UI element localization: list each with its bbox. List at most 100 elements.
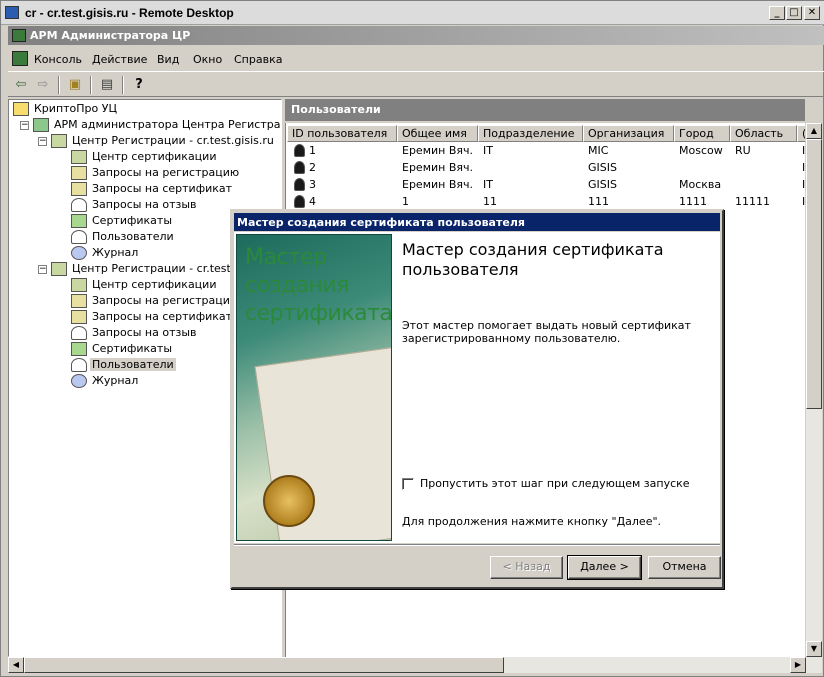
up-folder-icon[interactable]: ▣ (66, 76, 84, 93)
request-icon (71, 294, 87, 308)
scroll-left-icon[interactable]: ◀ (8, 657, 24, 673)
collapse-icon[interactable]: − (20, 121, 29, 130)
horizontal-scrollbar[interactable]: ◀ ▶ (8, 657, 822, 673)
tree-node-journal[interactable]: Журнал (71, 245, 140, 261)
scroll-right-icon[interactable]: ▶ (790, 657, 806, 673)
scroll-thumb[interactable] (24, 657, 504, 673)
tree-node-reg-requests[interactable]: Запросы на регистрацию (71, 293, 241, 309)
back-arrow-icon[interactable]: ⇦ (12, 76, 30, 93)
vertical-scrollbar[interactable]: ▲ ▼ (806, 123, 822, 657)
toolbar: ⇦ ⇨ ▣ ▤ ? (8, 71, 824, 97)
column-header-organization[interactable]: Организация (583, 125, 674, 142)
wizard-description: Этот мастер помогает выдать новый сертиф… (402, 319, 691, 345)
wizard-body: Мастер создания сертификата Мастер созда… (234, 232, 720, 543)
export-list-icon[interactable]: ▤ (98, 76, 116, 93)
mmc-title-text: АРМ Администратора ЦР (30, 29, 191, 42)
collapse-icon[interactable]: − (38, 265, 47, 274)
revoke-icon (71, 198, 87, 212)
user-icon (71, 230, 87, 244)
tree-node-reg-requests[interactable]: Запросы на регистрацию (71, 165, 241, 181)
cell-organization: MIC (588, 144, 609, 157)
rdp-title-text: cr - cr.test.gisis.ru - Remote Desktop (25, 6, 234, 20)
continue-hint: Для продолжения нажмите кнопку "Далее". (402, 515, 662, 528)
tree-node-users[interactable]: Пользователи (71, 229, 176, 245)
seal-icon (263, 475, 315, 527)
user-icon (71, 358, 87, 372)
maximize-button[interactable]: □ (786, 6, 802, 20)
user-icon (294, 195, 305, 208)
app-icon (12, 29, 26, 42)
request-icon (71, 166, 87, 180)
help-icon[interactable]: ? (130, 76, 148, 93)
tree-node-certificates[interactable]: Сертификаты (71, 341, 174, 357)
ca-icon (71, 278, 87, 292)
pane-header: Пользователи (285, 99, 805, 121)
certificate-icon (71, 214, 87, 228)
tree-node-center2[interactable]: Центр Регистрации - cr.test.gis (51, 261, 252, 277)
column-header-region[interactable]: Область (730, 125, 797, 142)
tree-node-cert-requests[interactable]: Запросы на сертификат (71, 309, 234, 325)
scroll-down-icon[interactable]: ▼ (806, 641, 822, 657)
minimize-button[interactable]: _ (769, 6, 785, 20)
wizard-banner-image: Мастер создания сертификата (236, 234, 392, 541)
cell-city: 1111 (679, 195, 707, 208)
certificate-icon (71, 342, 87, 356)
server-icon (51, 134, 67, 148)
back-button[interactable]: < Назад (490, 556, 563, 579)
column-header-city[interactable]: Город (674, 125, 730, 142)
cell-more: I (802, 144, 805, 157)
ca-icon (71, 150, 87, 164)
cell-id: 1 (309, 144, 316, 157)
menu-help[interactable]: Справка (234, 53, 282, 66)
revoke-icon (71, 326, 87, 340)
column-header-more[interactable]: ( (797, 125, 805, 142)
column-header-department[interactable]: Подразделение (478, 125, 583, 142)
next-button[interactable]: Далее > (567, 555, 642, 580)
tree-node-center1[interactable]: Центр Регистрации - cr.test.gisis.ru (51, 133, 276, 149)
menu-bar: Консоль Действие Вид Окно Справка (8, 48, 824, 70)
cell-city: Moscow (679, 144, 723, 157)
user-icon (294, 161, 305, 174)
server-icon (51, 262, 67, 276)
tree-node-root[interactable]: КриптоПро УЦ (13, 101, 119, 117)
cancel-button[interactable]: Отмена (648, 556, 721, 579)
tree-node-journal[interactable]: Журнал (71, 373, 140, 389)
menu-window[interactable]: Окно (193, 53, 222, 66)
user-icon (294, 144, 305, 157)
tree-node-revoke-requests[interactable]: Запросы на отзыв (71, 197, 199, 213)
certificate-wizard-dialog: Мастер создания сертификата пользователя… (230, 209, 724, 589)
checkbox-box[interactable] (402, 478, 414, 490)
rdp-title-bar: cr - cr.test.gisis.ru - Remote Desktop _… (1, 1, 824, 25)
cell-id: 4 (309, 195, 316, 208)
menu-action[interactable]: Действие (92, 53, 147, 66)
remote-desktop-icon (5, 6, 19, 19)
close-button[interactable]: ✕ (804, 6, 820, 20)
tree-node-ca[interactable]: Центр сертификации (71, 149, 218, 165)
toolbar-separator (58, 76, 60, 94)
tree-node-ca[interactable]: Центр сертификации (71, 277, 218, 293)
cell-more: I (802, 178, 805, 191)
skip-step-checkbox[interactable]: Пропустить этот шаг при следующем запуск… (402, 477, 690, 490)
collapse-icon[interactable]: − (38, 137, 47, 146)
cell-department: 11 (483, 195, 497, 208)
menu-view[interactable]: Вид (157, 53, 179, 66)
forward-arrow-icon[interactable]: ⇨ (34, 76, 52, 93)
request-icon (71, 182, 87, 196)
tree-node-certificates[interactable]: Сертификаты (71, 213, 174, 229)
toolbar-separator (122, 76, 124, 94)
tree-node-users-selected[interactable]: Пользователи (71, 357, 176, 373)
tree-node-revoke-requests[interactable]: Запросы на отзыв (71, 325, 199, 341)
scroll-up-icon[interactable]: ▲ (806, 123, 822, 139)
tree-node-cert-requests[interactable]: Запросы на сертификат (71, 181, 234, 197)
tree-node-admin[interactable]: АРМ администратора Центра Регистрации (33, 117, 281, 133)
scroll-thumb[interactable] (806, 139, 822, 409)
banner-line: создания (245, 273, 349, 298)
cell-name: 1 (402, 195, 409, 208)
column-header-name[interactable]: Общее имя (397, 125, 478, 142)
banner-line: Мастер (245, 245, 327, 270)
journal-icon (71, 246, 87, 260)
console-icon[interactable] (12, 51, 28, 66)
column-header-id[interactable]: ID пользователя (287, 125, 397, 142)
menu-console[interactable]: Консоль (34, 53, 82, 66)
wizard-heading: Мастер создания сертификата пользователя (402, 240, 664, 279)
